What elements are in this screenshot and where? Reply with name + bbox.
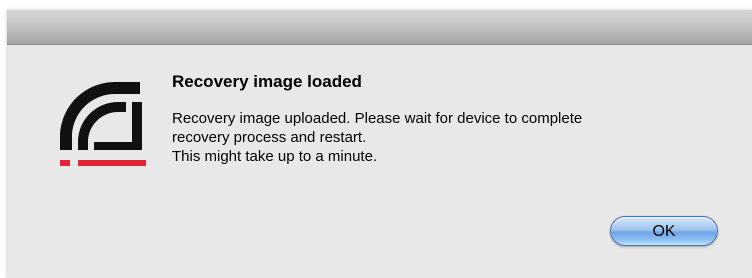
dialog-message: Recovery image uploaded. Please wait for… <box>172 109 732 166</box>
message-line: This might take up to a minute. <box>172 148 378 165</box>
message-line: recovery process and restart. <box>172 129 367 146</box>
dialog-title: Recovery image loaded <box>172 72 362 91</box>
ok-button[interactable]: OK <box>610 216 718 246</box>
device-logo-icon <box>60 81 146 166</box>
message-line: Recovery image uploaded. Please wait for… <box>172 110 583 127</box>
dialog-titlebar <box>7 10 752 45</box>
alert-dialog: Recovery image loaded Recovery image upl… <box>7 10 752 278</box>
